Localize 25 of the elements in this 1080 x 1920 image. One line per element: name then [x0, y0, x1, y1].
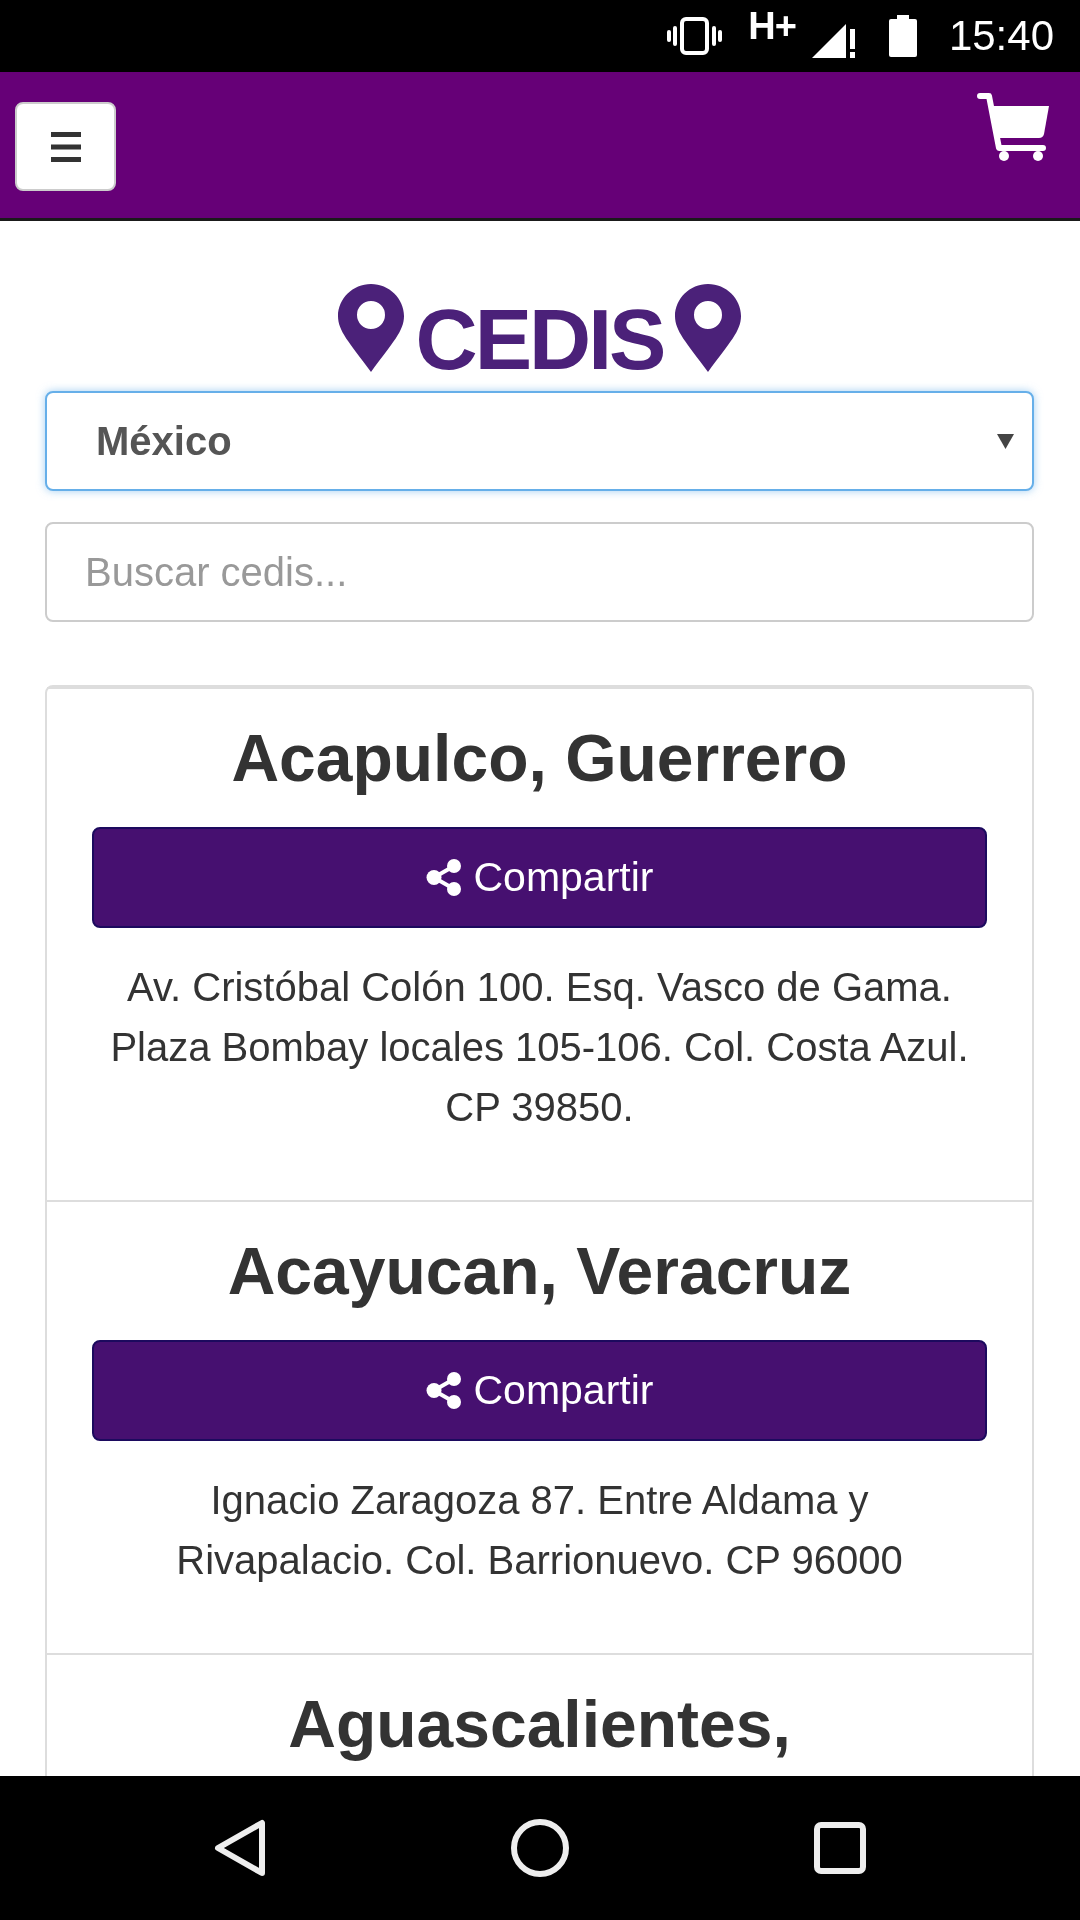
location-title: Acayucan, Veracruz	[226, 1235, 853, 1308]
location-title: Aguascalientes,	[287, 1688, 792, 1761]
location-title: Acapulco, Guerrero	[230, 722, 849, 795]
clock-time: 15:40	[948, 15, 1054, 57]
map-pin-icon	[337, 284, 404, 372]
recents-icon[interactable]	[814, 1822, 866, 1874]
menu-button[interactable]	[15, 102, 116, 191]
share-icon	[425, 1372, 462, 1409]
home-icon[interactable]	[511, 1819, 569, 1877]
battery-icon	[888, 15, 917, 57]
share-icon	[425, 859, 462, 896]
menu-icon	[50, 131, 81, 162]
search-field[interactable]: Buscar cedis...	[45, 522, 1034, 622]
map-pin-icon	[675, 284, 742, 372]
country-select[interactable]: México	[45, 391, 1034, 491]
share-button[interactable]: Compartir	[92, 1340, 987, 1441]
location-address: Ignacio Zaragoza 87. Entre Aldama y Rivapalacio. Col. Barrionuevo. CP 96000	[175, 1477, 904, 1584]
cart-icon[interactable]	[977, 92, 1050, 162]
location-address: Av. Cristóbal Colón 100. Esq. Vasco de Gama. Plaza Bombay locales 105-106. Col. Costa Azul. CP 39850.	[109, 964, 970, 1131]
page-title: CEDIS	[415, 296, 664, 382]
back-icon[interactable]	[214, 1819, 266, 1877]
share-button[interactable]: Compartir	[92, 827, 987, 928]
vibrate-icon	[667, 17, 723, 55]
dropdown-arrow-icon	[997, 433, 1014, 449]
network-type: H+	[748, 7, 796, 45]
